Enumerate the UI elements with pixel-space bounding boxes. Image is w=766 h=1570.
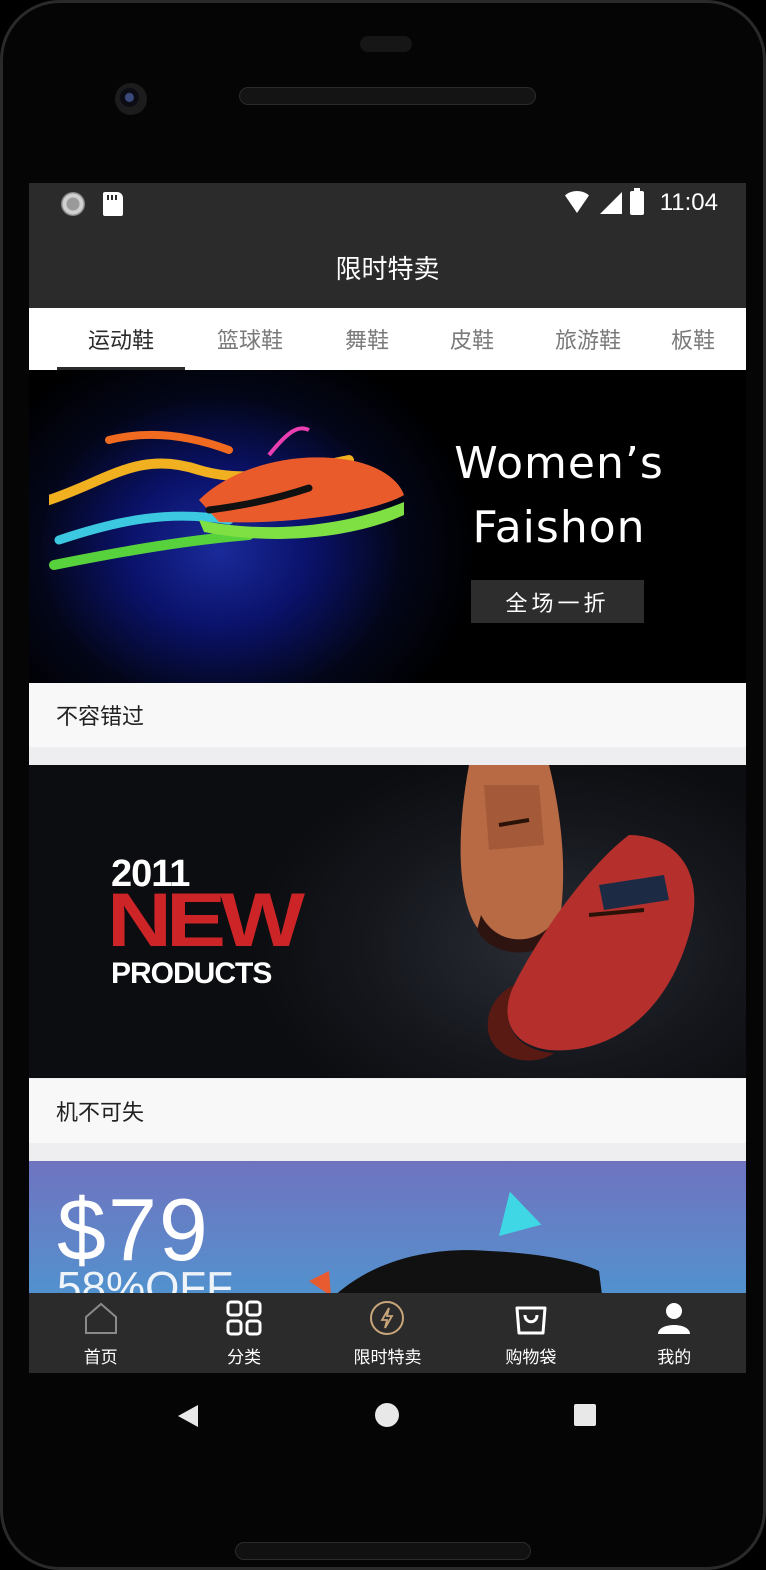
status-time: 11:04 (659, 189, 718, 216)
tab-travel-shoes[interactable]: 旅游鞋 (525, 308, 651, 370)
promo-banner-womens[interactable]: Women’s Faishon 全场一折 (29, 370, 746, 683)
nav-label: 我的 (657, 1347, 692, 1368)
nav-label: 购物袋 (505, 1347, 557, 1368)
promo-banner-new-products[interactable]: 2011 NEW PRODUCTS (29, 765, 746, 1078)
sd-card-icon (103, 192, 123, 216)
banner-headline: Women’s Faishon (454, 438, 664, 553)
banner-products-text: PRODUCTS (111, 957, 272, 990)
page-title: 限时特卖 (335, 254, 440, 285)
nav-category[interactable]: 分类 (172, 1293, 315, 1373)
tab-leather-shoes[interactable]: 皮鞋 (419, 308, 525, 370)
tab-dance-shoes[interactable]: 舞鞋 (315, 308, 419, 370)
tab-skate-shoes[interactable]: 板鞋 (651, 308, 731, 370)
section-label-dont-lose: 机不可失 (29, 1079, 746, 1143)
signal-icon (599, 192, 622, 214)
back-icon[interactable] (178, 1405, 198, 1427)
sale-button[interactable]: 全场一折 (471, 580, 644, 623)
top-speaker (239, 87, 536, 105)
promo-banner-price[interactable]: $79 58%OFF (29, 1161, 746, 1301)
flash-icon (368, 1299, 406, 1337)
system-navigation (3, 1373, 766, 1463)
home-icon (82, 1299, 120, 1337)
nav-shopping-bag[interactable]: 购物袋 (459, 1293, 602, 1373)
bottom-speaker (235, 1542, 531, 1560)
running-shoe-image (309, 1250, 603, 1301)
earpiece (360, 36, 412, 52)
front-camera (115, 83, 147, 115)
category-tabs: 运动鞋 篮球鞋 舞鞋 皮鞋 旅游鞋 板鞋 (29, 308, 746, 370)
app-bar: 限时特卖 (29, 226, 746, 308)
nav-label: 限时特卖 (353, 1347, 422, 1368)
home-button-icon[interactable] (375, 1403, 399, 1427)
bottom-nav: 首页 分类 限时特卖 购物袋 我的 (29, 1293, 746, 1373)
grid-icon (225, 1299, 263, 1337)
battery-icon (629, 188, 644, 215)
nav-home[interactable]: 首页 (29, 1293, 172, 1373)
phone-frame: 11:04 限时特卖 运动鞋 篮球鞋 舞鞋 皮鞋 旅游鞋 板鞋 Women’s … (0, 0, 766, 1570)
nav-profile[interactable]: 我的 (603, 1293, 746, 1373)
decorative-triangle (488, 1185, 542, 1237)
banner-new-text: NEW (107, 877, 305, 963)
recent-apps-icon[interactable] (574, 1404, 596, 1426)
bag-icon (512, 1299, 550, 1337)
nav-label: 分类 (227, 1347, 262, 1368)
wifi-icon (561, 191, 592, 215)
screen: 11:04 限时特卖 运动鞋 篮球鞋 舞鞋 皮鞋 旅游鞋 板鞋 Women’s … (29, 183, 746, 1373)
tab-sports-shoes[interactable]: 运动鞋 (57, 308, 185, 370)
tab-basketball-shoes[interactable]: 篮球鞋 (185, 308, 315, 370)
sync-icon (61, 192, 85, 216)
sneaker-splash-image (49, 426, 404, 570)
status-bar: 11:04 (29, 183, 746, 226)
nav-label: 首页 (83, 1347, 118, 1368)
user-icon (655, 1299, 693, 1337)
leather-shoes-image (460, 765, 695, 1061)
nav-flash-sale[interactable]: 限时特卖 (316, 1293, 459, 1373)
section-label-dont-miss: 不容错过 (29, 683, 746, 747)
